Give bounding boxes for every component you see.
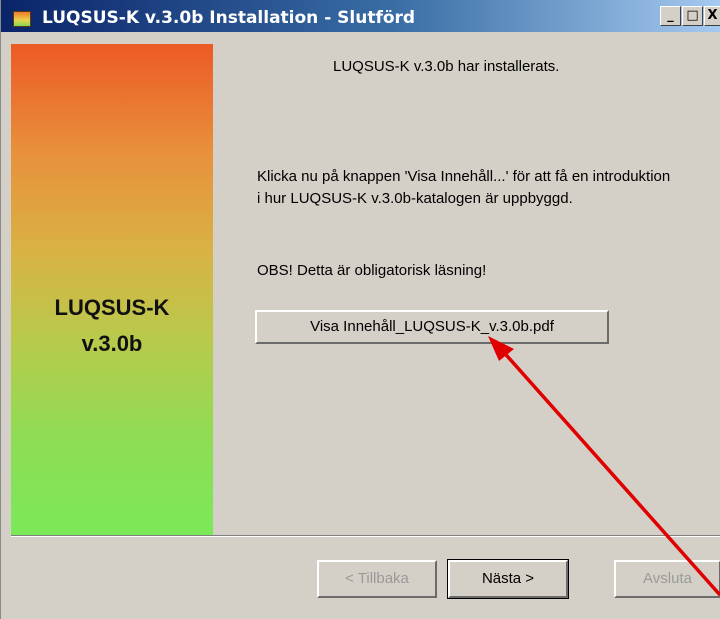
- window-title: LUQSUS-K v.3.0b Installation - Slutförd: [42, 8, 416, 28]
- open-pdf-button[interactable]: Visa Innehåll_LUQSUS-K_v.3.0b.pdf: [255, 310, 609, 344]
- next-button[interactable]: Nästa >: [447, 559, 569, 599]
- main-content: LUQSUS-K v.3.0b har installerats. Klicka…: [213, 44, 720, 535]
- product-version: v.3.0b: [81, 331, 143, 356]
- back-button[interactable]: < Tillbaka: [317, 560, 437, 598]
- obs-message: OBS! Detta är obligatorisk läsning!: [257, 262, 487, 279]
- footer-separator: [11, 535, 720, 537]
- product-name: LUQSUS-K: [54, 295, 170, 320]
- maximize-button[interactable]: □: [682, 6, 703, 26]
- title-bar[interactable]: LUQSUS-K v.3.0b Installation - Slutförd …: [1, 0, 720, 32]
- minimize-button[interactable]: _: [660, 6, 681, 26]
- intro-message: Klicka nu på knappen 'Visa Innehåll...' …: [257, 168, 671, 207]
- close-button[interactable]: X: [704, 6, 720, 26]
- installed-message: LUQSUS-K v.3.0b har installerats.: [333, 58, 560, 75]
- installer-window: LUQSUS-K v.3.0b Installation - Slutförd …: [0, 0, 720, 619]
- installer-app-icon: [13, 11, 31, 27]
- exit-button[interactable]: Avsluta: [614, 560, 720, 598]
- sidebar-banner: LUQSUS-K v.3.0b: [11, 44, 213, 535]
